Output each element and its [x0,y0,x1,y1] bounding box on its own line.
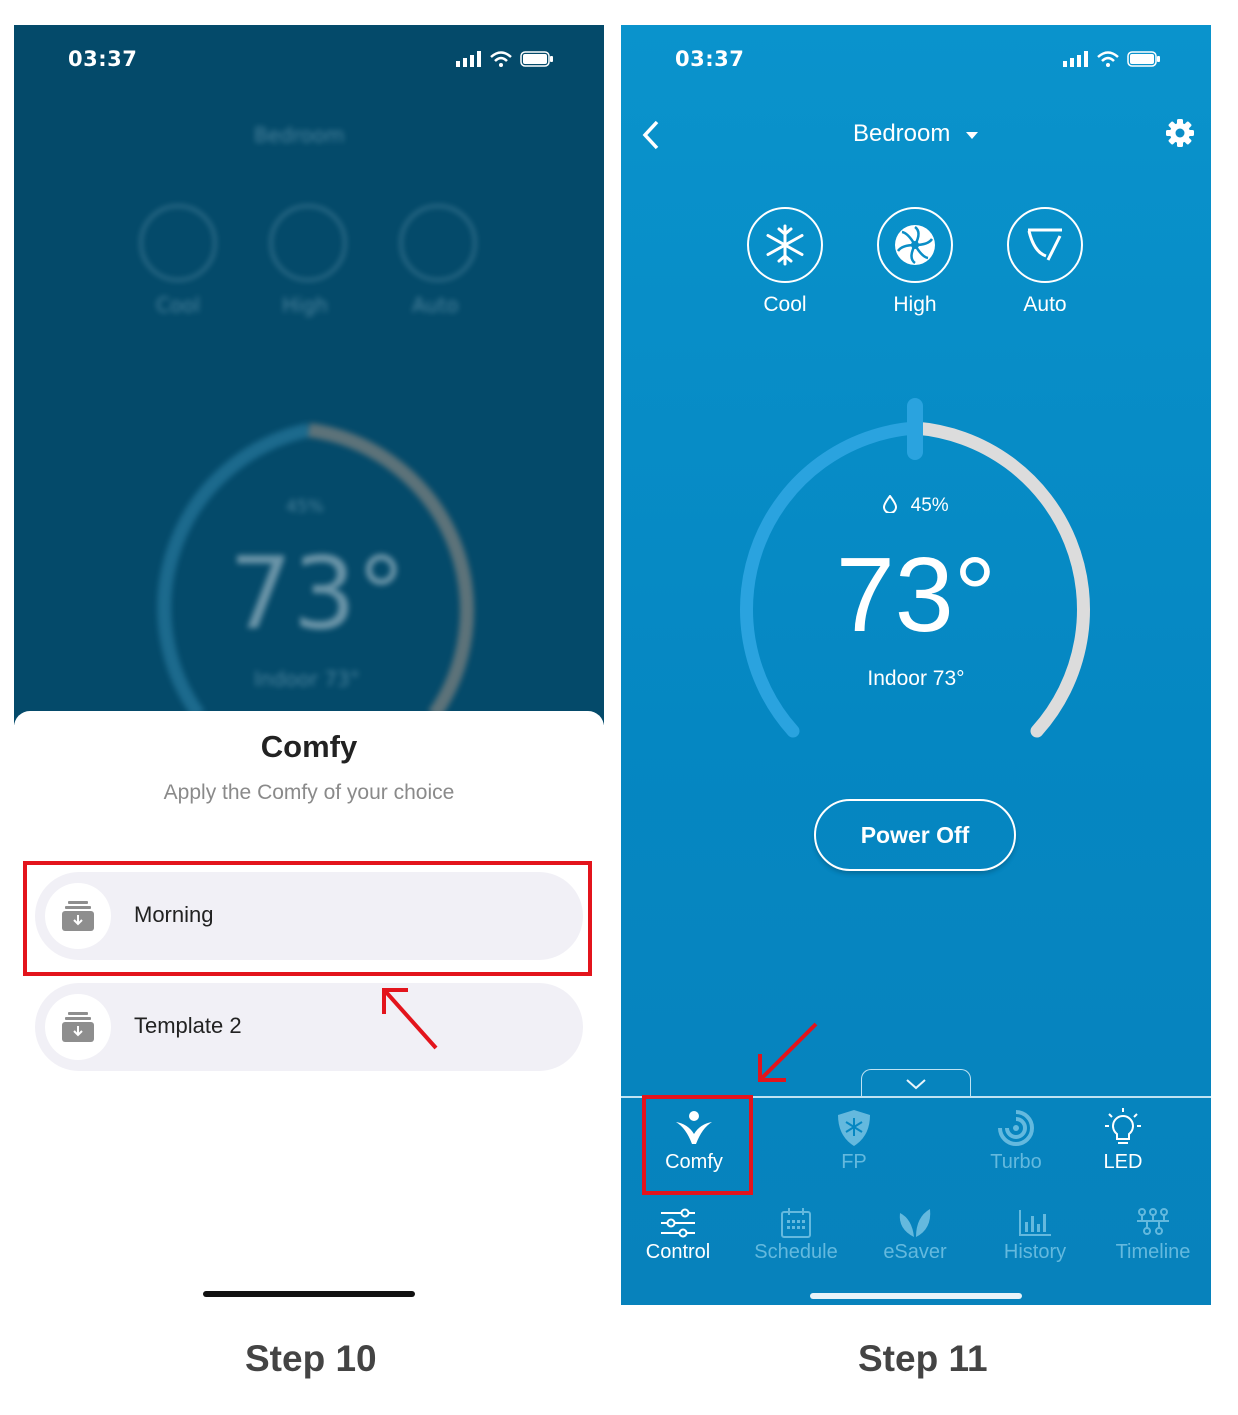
setpoint-temperature: 73° [835,536,997,654]
blurred-indoor: Indoor 73° [254,667,360,691]
tab-timeline[interactable]: Timeline [1093,1205,1211,1264]
caption-step-10: Step 10 [245,1338,377,1379]
sheet-subtitle: Apply the Comfy of your choice [163,781,455,804]
feature-led[interactable]: LED [1068,1105,1178,1174]
blurred-control-screen: Bedroom Cool High Auto 45% 73° Indoor 73… [14,25,604,725]
tab-esaver[interactable]: eSaver [855,1205,975,1264]
red-arrow-icon [382,988,438,1050]
status-bar: 03:37 [14,25,604,95]
wifi-icon [490,51,512,67]
sliders-icon [661,1208,695,1238]
humidity-value: 45% [910,495,949,516]
tab-label: Schedule [754,1241,838,1263]
blurred-humidity: 45% [286,497,324,517]
frost-protection-icon [838,1110,870,1146]
humidity-readout: 45% [621,494,1211,517]
battery-icon [520,51,553,67]
tab-label: Control [645,1241,711,1263]
feature-label: Turbo [990,1151,1042,1173]
lightbulb-icon [1105,1108,1141,1144]
leaf-icon [899,1209,931,1237]
indoor-temperature: Indoor 73° [867,667,965,690]
signal-icon [456,51,481,67]
tab-label: eSaver [883,1241,947,1263]
feature-label: LED [1103,1151,1143,1173]
turbo-swirl-icon [998,1110,1034,1146]
caption-step-11: Step 11 [858,1338,988,1379]
blurred-temperature: 73° [229,535,407,652]
feature-label: FP [841,1151,867,1173]
sheet-title: Comfy [260,729,358,764]
highlight-box-morning [23,861,592,976]
expand-handle[interactable] [861,1069,971,1097]
comfy-template-icon [45,994,111,1060]
status-time: 03:37 [68,47,138,71]
tab-label: History [1003,1241,1067,1263]
tab-history[interactable]: History [975,1205,1095,1264]
highlight-box-comfy [642,1095,753,1195]
comfy-option-template-2[interactable]: Template 2 [35,983,583,1071]
feature-turbo[interactable]: Turbo [961,1105,1071,1174]
chevron-down-icon [906,1078,926,1089]
water-drop-icon [883,494,898,514]
timeline-icon [1137,1208,1169,1235]
phone-screen-step-10: Bedroom Cool High Auto 45% 73° Indoor 73… [14,25,604,1305]
dial-knob [907,398,923,460]
power-off-button[interactable]: Power Off [814,799,1016,871]
tab-schedule[interactable]: Schedule [736,1205,856,1264]
tab-label: Timeline [1115,1241,1191,1263]
bar-chart-icon [1019,1210,1051,1236]
red-arrow-icon [758,1022,818,1082]
comfy-option-label: Template 2 [134,1013,242,1038]
tab-control[interactable]: Control [621,1205,738,1264]
comfy-bottom-sheet: Comfy Apply the Comfy of your choice Mor… [14,711,604,1305]
home-indicator [203,1291,415,1297]
calendar-icon [781,1208,811,1238]
home-indicator [810,1293,1022,1299]
feature-fp[interactable]: FP [799,1105,909,1174]
